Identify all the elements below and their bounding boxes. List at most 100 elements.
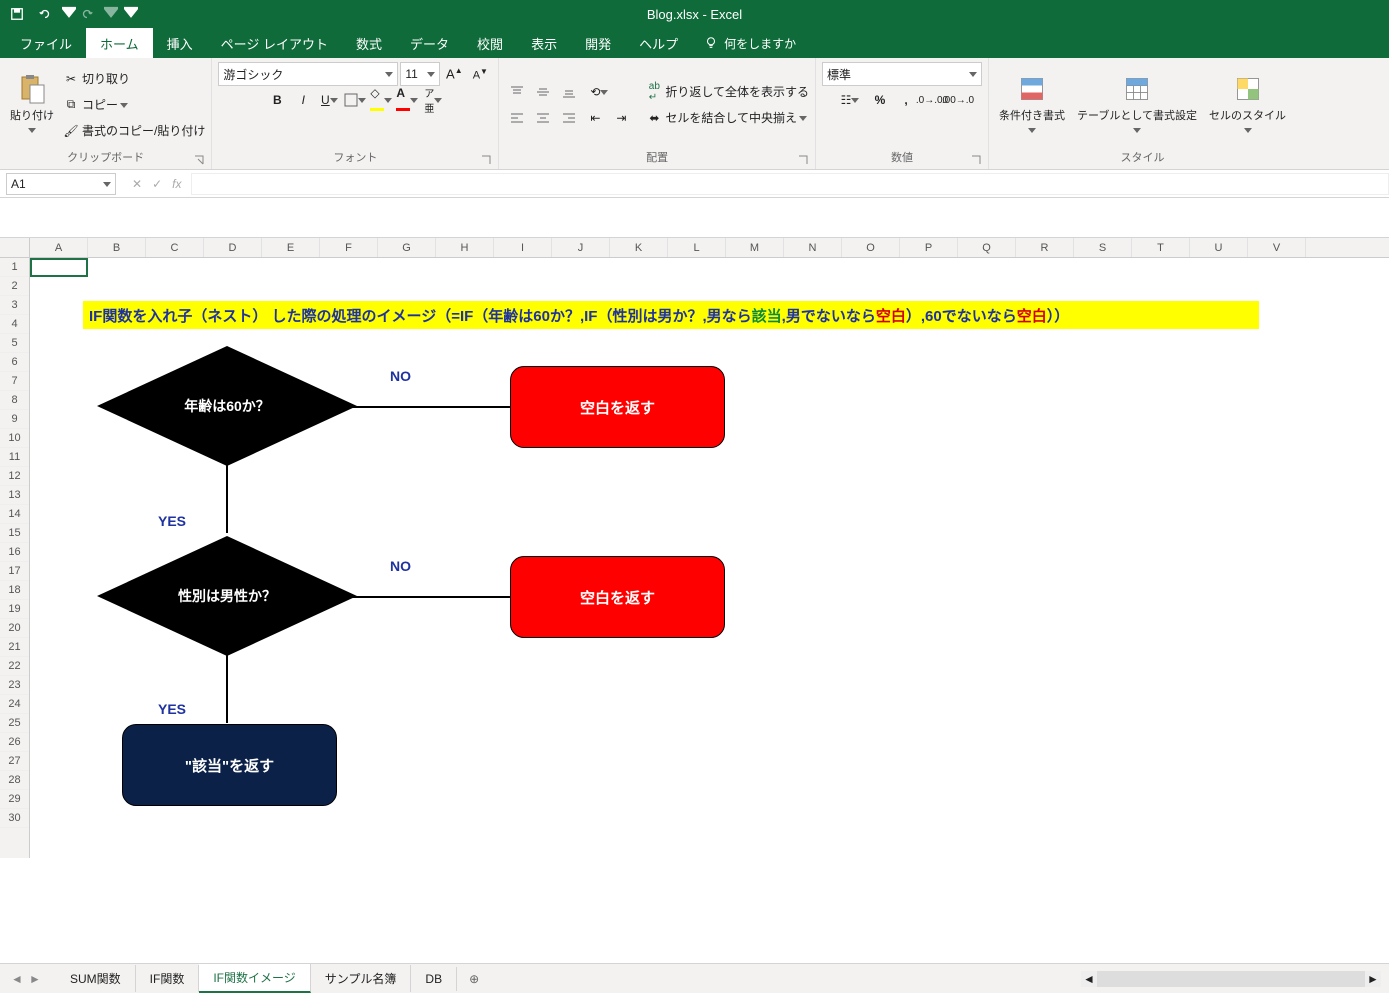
redo-button[interactable] bbox=[76, 3, 98, 25]
col-header[interactable]: D bbox=[204, 238, 262, 257]
col-header[interactable]: T bbox=[1132, 238, 1190, 257]
scroll-left-button[interactable]: ◄ bbox=[1081, 971, 1097, 987]
align-bottom-button[interactable] bbox=[557, 80, 581, 104]
save-button[interactable] bbox=[6, 3, 28, 25]
tab-data[interactable]: データ bbox=[396, 28, 463, 58]
format-as-table-button[interactable]: テーブルとして書式設定 bbox=[1073, 71, 1201, 139]
col-header[interactable]: J bbox=[552, 238, 610, 257]
row-header[interactable]: 16 bbox=[0, 543, 29, 562]
tab-formulas[interactable]: 数式 bbox=[342, 28, 396, 58]
sheet-tab-sample[interactable]: サンプル名簿 bbox=[311, 965, 412, 992]
indent-inc-button[interactable]: ⇥ bbox=[609, 106, 633, 130]
row-header[interactable]: 25 bbox=[0, 714, 29, 733]
paste-button[interactable]: 貼り付け bbox=[6, 71, 58, 139]
accounting-button[interactable]: ☷ bbox=[834, 88, 866, 112]
row-header[interactable]: 24 bbox=[0, 695, 29, 714]
row-header[interactable]: 4 bbox=[0, 315, 29, 334]
wrap-text-button[interactable]: ab↵ 折り返して全体を表示する bbox=[645, 80, 809, 104]
col-header[interactable]: B bbox=[88, 238, 146, 257]
result-hit[interactable]: "該当"を返す bbox=[122, 724, 337, 806]
font-name-select[interactable]: 游ゴシック bbox=[218, 62, 398, 86]
horizontal-scrollbar[interactable]: ◄ ► bbox=[1081, 971, 1381, 987]
scroll-right-button[interactable]: ► bbox=[1365, 971, 1381, 987]
tab-insert[interactable]: 挿入 bbox=[153, 28, 207, 58]
result-blank-1[interactable]: 空白を返す bbox=[510, 366, 725, 448]
decision-age[interactable]: 年齢は60か？ bbox=[97, 346, 357, 466]
cancel-formula-button[interactable]: ✕ bbox=[132, 177, 142, 191]
row-header[interactable]: 7 bbox=[0, 372, 29, 391]
row-header[interactable]: 1 bbox=[0, 258, 29, 277]
col-header[interactable]: C bbox=[146, 238, 204, 257]
fill-color-button[interactable]: ◇ bbox=[369, 88, 393, 112]
name-box[interactable]: A1 bbox=[6, 173, 116, 195]
borders-button[interactable] bbox=[343, 88, 367, 112]
col-header[interactable]: E bbox=[262, 238, 320, 257]
font-launcher[interactable] bbox=[480, 155, 492, 167]
align-top-button[interactable] bbox=[505, 80, 529, 104]
col-header[interactable]: P bbox=[900, 238, 958, 257]
number-launcher[interactable] bbox=[970, 155, 982, 167]
col-header[interactable]: N bbox=[784, 238, 842, 257]
formula-input[interactable] bbox=[191, 173, 1389, 195]
shrink-font-button[interactable]: A▼ bbox=[468, 62, 492, 86]
row-header[interactable]: 14 bbox=[0, 505, 29, 524]
sheet-tab-db[interactable]: DB bbox=[411, 967, 457, 991]
font-color-button[interactable]: A bbox=[395, 88, 419, 112]
tell-me-search[interactable]: 何をしますか bbox=[704, 28, 796, 58]
row-header[interactable]: 8 bbox=[0, 391, 29, 410]
scroll-track[interactable] bbox=[1097, 971, 1365, 987]
align-center-button[interactable] bbox=[531, 106, 555, 130]
row-header[interactable]: 28 bbox=[0, 771, 29, 790]
row-header[interactable]: 6 bbox=[0, 353, 29, 372]
col-header[interactable]: M bbox=[726, 238, 784, 257]
font-size-select[interactable]: 11 bbox=[400, 62, 440, 86]
row-header[interactable]: 5 bbox=[0, 334, 29, 353]
enter-formula-button[interactable]: ✓ bbox=[152, 177, 162, 191]
row-header[interactable]: 23 bbox=[0, 676, 29, 695]
col-header[interactable]: F bbox=[320, 238, 378, 257]
cut-button[interactable]: ✂ 切り取り bbox=[62, 67, 205, 91]
col-header[interactable]: H bbox=[436, 238, 494, 257]
row-header[interactable]: 29 bbox=[0, 790, 29, 809]
col-header[interactable]: U bbox=[1190, 238, 1248, 257]
orientation-button[interactable]: ⟲ bbox=[583, 80, 615, 104]
row-header[interactable]: 18 bbox=[0, 581, 29, 600]
tab-nav-prev[interactable]: ◄ bbox=[8, 970, 26, 988]
tab-developer[interactable]: 開発 bbox=[571, 28, 625, 58]
tab-help[interactable]: ヘルプ bbox=[625, 28, 692, 58]
col-header[interactable]: S bbox=[1074, 238, 1132, 257]
col-header[interactable]: I bbox=[494, 238, 552, 257]
bold-button[interactable]: B bbox=[265, 88, 289, 112]
undo-caret[interactable] bbox=[62, 6, 70, 23]
percent-button[interactable]: % bbox=[868, 88, 892, 112]
align-left-button[interactable] bbox=[505, 106, 529, 130]
tab-view[interactable]: 表示 bbox=[517, 28, 571, 58]
row-header[interactable]: 12 bbox=[0, 467, 29, 486]
select-all-corner[interactable] bbox=[0, 238, 30, 257]
row-header[interactable]: 30 bbox=[0, 809, 29, 828]
sheet-tab-if[interactable]: IF関数 bbox=[136, 965, 200, 992]
sheet-tab-sum[interactable]: SUM関数 bbox=[56, 965, 136, 992]
dec-decimal-button[interactable]: .00→.0 bbox=[946, 88, 970, 112]
result-blank-2[interactable]: 空白を返す bbox=[510, 556, 725, 638]
decision-gender[interactable]: 性別は男性か？ bbox=[97, 536, 357, 656]
col-header[interactable]: K bbox=[610, 238, 668, 257]
col-header[interactable]: A bbox=[30, 238, 88, 257]
phonetic-button[interactable]: ア亜 bbox=[421, 88, 445, 112]
tab-home[interactable]: ホーム bbox=[86, 28, 153, 58]
new-sheet-button[interactable]: ⊕ bbox=[463, 968, 485, 990]
row-header[interactable]: 21 bbox=[0, 638, 29, 657]
redo-caret[interactable] bbox=[104, 6, 112, 23]
row-header[interactable]: 10 bbox=[0, 429, 29, 448]
grow-font-button[interactable]: A▲ bbox=[442, 62, 466, 86]
sheet-tab-ifimage[interactable]: IF関数イメージ bbox=[199, 964, 310, 993]
indent-dec-button[interactable]: ⇤ bbox=[583, 106, 607, 130]
row-header[interactable]: 2 bbox=[0, 277, 29, 296]
namebox-caret[interactable] bbox=[103, 177, 111, 191]
underline-button[interactable]: U bbox=[317, 88, 341, 112]
row-header[interactable]: 17 bbox=[0, 562, 29, 581]
align-right-button[interactable] bbox=[557, 106, 581, 130]
row-header[interactable]: 20 bbox=[0, 619, 29, 638]
row-header[interactable]: 11 bbox=[0, 448, 29, 467]
row-header[interactable]: 9 bbox=[0, 410, 29, 429]
